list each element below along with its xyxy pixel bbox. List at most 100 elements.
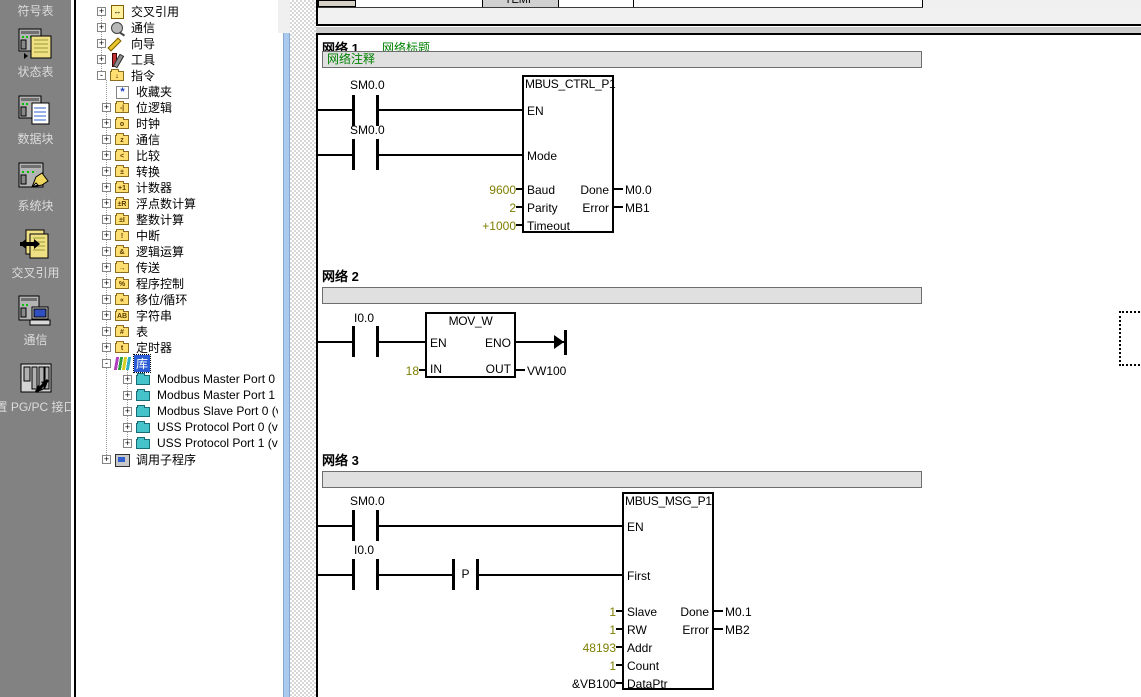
tree-item-label[interactable]: 字符串 <box>134 307 174 324</box>
dataptr-value[interactable]: &VB100 <box>546 677 616 691</box>
viewbar-item-7[interactable]: 置 PG/PC 接口 <box>0 362 71 415</box>
expand-toggle-icon[interactable]: + <box>123 375 132 384</box>
tree-item-label[interactable]: 定时器 <box>134 339 174 356</box>
tree-item-移位/循环[interactable]: +«移位/循环 <box>77 291 278 307</box>
error-operand[interactable]: MB2 <box>725 623 750 637</box>
instruction-tree-panel[interactable]: +↔交叉引用+通信+向导+工具-↓指令+*收藏夹+-|位逻辑+o时钟+z通信+<… <box>77 0 278 697</box>
mbus-msg-block[interactable]: MBUS_MSG_P1 EN First Slave RW Addr Count… <box>622 492 714 690</box>
contact-operand[interactable]: SM0.0 <box>350 494 385 508</box>
count-value[interactable]: 1 <box>546 659 616 673</box>
expand-toggle-icon[interactable]: + <box>123 439 132 448</box>
tree-item-label[interactable]: 计数器 <box>134 179 174 196</box>
tree-item-转换[interactable]: +±转换 <box>77 163 278 179</box>
addr-value[interactable]: 48193 <box>546 641 616 655</box>
tree-item-浮点数计算[interactable]: +±R浮点数计算 <box>77 195 278 211</box>
mov-w-block[interactable]: MOV_W EN ENO IN OUT <box>425 312 516 378</box>
contact-operand[interactable]: I0.0 <box>354 543 374 557</box>
tree-item-label[interactable]: USS Protocol Port 0 (v2.3 <box>155 420 278 434</box>
viewbar-item-4[interactable]: 系统块 <box>0 161 71 214</box>
timeout-value[interactable]: +1000 <box>446 219 516 233</box>
expand-toggle-icon[interactable]: + <box>123 407 132 416</box>
done-operand[interactable]: M0.0 <box>625 183 652 197</box>
expand-toggle-icon[interactable]: + <box>102 103 111 112</box>
expand-toggle-icon[interactable]: + <box>102 135 111 144</box>
tree-item-中断[interactable]: +!中断 <box>77 227 278 243</box>
expand-toggle-icon[interactable]: + <box>123 423 132 432</box>
tree-item-label[interactable]: 收藏夹 <box>134 83 174 100</box>
expand-toggle-icon[interactable]: + <box>102 311 111 320</box>
tree-item-整数计算[interactable]: +±I整数计算 <box>77 211 278 227</box>
viewbar-item-5[interactable]: 交叉引用 <box>0 228 71 281</box>
tree-item-label[interactable]: 浮点数计算 <box>134 195 198 212</box>
tree-item-label[interactable]: 传送 <box>134 259 162 276</box>
expand-toggle-icon[interactable]: + <box>102 167 111 176</box>
tree-item-label[interactable]: 表 <box>134 323 150 340</box>
viewbar-item-2[interactable]: 状态表 <box>0 27 71 80</box>
viewbar-item-3[interactable]: 数据块 <box>0 94 71 147</box>
done-operand[interactable]: M0.1 <box>725 605 752 619</box>
tree-item-Modbus Master Port 0 (v1[interactable]: + Modbus Master Port 0 (v1 <box>77 371 278 387</box>
tree-item-收藏夹[interactable]: +*收藏夹 <box>77 83 278 99</box>
tree-item-label[interactable]: 位逻辑 <box>134 99 174 116</box>
expand-toggle-icon[interactable]: + <box>97 23 106 32</box>
viewbar-item-6[interactable]: 通信 <box>0 295 71 348</box>
tree-item-程序控制[interactable]: +%程序控制 <box>77 275 278 291</box>
no-contact-sm00[interactable] <box>352 139 379 170</box>
expand-toggle-icon[interactable]: + <box>102 263 111 272</box>
tree-item-位逻辑[interactable]: +-|位逻辑 <box>77 99 278 115</box>
no-contact-i00[interactable] <box>352 326 379 357</box>
mbus-ctrl-block[interactable]: MBUS_CTRL_P1 EN Mode Baud Parity Timeout… <box>522 75 614 233</box>
no-contact-i00[interactable] <box>352 559 379 590</box>
tree-item-label[interactable]: 逻辑运算 <box>134 243 186 260</box>
positive-edge-contact[interactable]: P <box>452 559 479 590</box>
network-2-number[interactable]: 网络 2 <box>322 266 359 285</box>
contact-operand[interactable]: SM0.0 <box>350 123 385 137</box>
expand-toggle-icon[interactable]: + <box>97 7 106 16</box>
collapse-toggle-icon[interactable]: - <box>97 71 106 80</box>
tree-item-计数器[interactable]: ++1计数器 <box>77 179 278 195</box>
tree-item-label[interactable]: Modbus Master Port 0 (v1 <box>155 372 278 386</box>
tree-item-交叉引用[interactable]: +↔交叉引用 <box>77 3 278 19</box>
tree-item-表[interactable]: +#表 <box>77 323 278 339</box>
tree-item-label[interactable]: 比较 <box>134 147 162 164</box>
tree-item-label[interactable]: 指令 <box>129 67 157 84</box>
tree-item-label[interactable]: 通信 <box>129 19 157 36</box>
tree-item-传送[interactable]: +→传送 <box>77 259 278 275</box>
tree-item-label[interactable]: 库 <box>134 355 150 372</box>
expand-toggle-icon[interactable]: + <box>102 327 111 336</box>
contact-operand[interactable]: SM0.0 <box>350 78 385 92</box>
tree-item-label[interactable]: 交叉引用 <box>129 3 181 20</box>
tree-item-向导[interactable]: +向导 <box>77 35 278 51</box>
vertical-splitter[interactable] <box>283 33 290 697</box>
tree-item-时钟[interactable]: +o时钟 <box>77 115 278 131</box>
tree-item-label[interactable]: 整数计算 <box>134 211 186 228</box>
tree-item-通信[interactable]: + 通信 <box>77 19 278 35</box>
variable-table-row-selector[interactable] <box>318 0 356 7</box>
tree-item-label[interactable]: Modbus Master Port 1 (v1 <box>155 388 278 402</box>
tree-item-label[interactable]: USS Protocol Port 1 (v2.3 <box>155 436 278 450</box>
expand-toggle-icon[interactable]: + <box>123 391 132 400</box>
tree-item-label[interactable]: 调用子程序 <box>134 451 198 468</box>
tree-item-label[interactable]: 程序控制 <box>134 275 186 292</box>
network-3-number[interactable]: 网络 3 <box>322 450 359 469</box>
expand-toggle-icon[interactable]: + <box>102 199 111 208</box>
out-operand[interactable]: VW100 <box>527 364 566 378</box>
tree-item-指令[interactable]: -↓指令 <box>77 67 278 83</box>
tree-item-label[interactable]: 转换 <box>134 163 162 180</box>
tree-item-label[interactable]: 移位/循环 <box>134 291 189 308</box>
network-3-comment[interactable] <box>322 471 922 488</box>
tree-item-逻辑运算[interactable]: +&逻辑运算 <box>77 243 278 259</box>
error-operand[interactable]: MB1 <box>625 201 650 215</box>
tree-item-label[interactable]: 中断 <box>134 227 162 244</box>
expand-toggle-icon[interactable]: + <box>102 247 111 256</box>
tree-item-比较[interactable]: +<比较 <box>77 147 278 163</box>
expand-toggle-icon[interactable]: + <box>102 183 111 192</box>
rw-value[interactable]: 1 <box>546 623 616 637</box>
slave-value[interactable]: 1 <box>546 605 616 619</box>
tree-item-label[interactable]: Modbus Slave Port 0 (v1.0 <box>155 404 278 418</box>
network-1-comment[interactable]: 网络注释 <box>322 51 922 68</box>
tree-item-定时器[interactable]: +t定时器 <box>77 339 278 355</box>
expand-toggle-icon[interactable]: + <box>102 295 111 304</box>
ladder-editor[interactable]: 网络 1 网络标题 网络注释 SM0.0 SM0.0 MBUS_CTRL_P1 … <box>316 33 1141 697</box>
expand-toggle-icon[interactable]: + <box>102 215 111 224</box>
